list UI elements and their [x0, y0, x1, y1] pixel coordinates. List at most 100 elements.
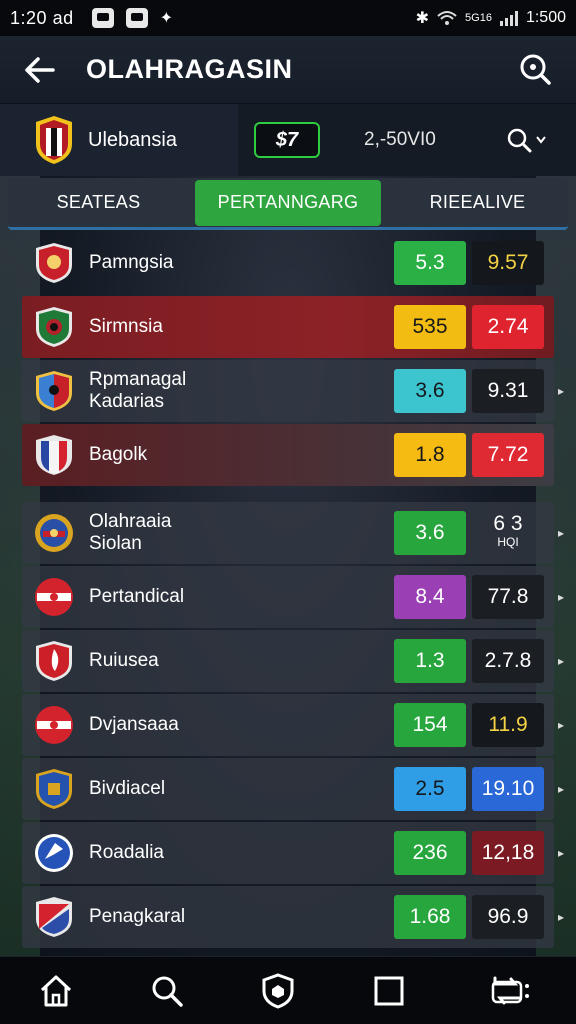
team-row[interactable]: Pamngsia 5.3 9.57 — [22, 232, 554, 294]
team-row-name-line: Bagolk — [89, 444, 148, 465]
tab-seateas[interactable]: SEATEAS — [8, 180, 189, 226]
odds-button-secondary[interactable]: 77.8 — [472, 575, 544, 619]
team-row-name-line: Pamngsia — [89, 252, 174, 273]
odds-button-primary[interactable]: 3.6 — [394, 369, 466, 413]
chevron-right-icon: ▸ — [557, 718, 564, 732]
swap-icon[interactable] — [480, 971, 540, 1011]
odds-button-primary[interactable]: 1.68 — [394, 895, 466, 939]
odds-button-primary[interactable]: 1.3 — [394, 639, 466, 683]
app-header: OLAHRAGASIN — [0, 36, 576, 104]
balance-value: 2,-50VI0 — [364, 129, 436, 150]
team-search-dropdown[interactable] — [506, 127, 546, 153]
team-row-name-line: Penagkaral — [89, 906, 186, 927]
tab-rieealive[interactable]: RIEEALIVE — [387, 180, 568, 226]
chevron-right-icon: ▸ — [557, 782, 564, 796]
odds-button-secondary[interactable]: 9.31 — [472, 369, 544, 413]
team-row[interactable]: Pertandical 8.4 77.8 ▸ — [22, 566, 564, 628]
status-indicators: ✱ 5G16 1:500 — [416, 8, 566, 28]
odds-button-primary[interactable]: 5.3 — [394, 241, 466, 285]
bluetooth-icon: ✱ — [415, 10, 430, 27]
chevron-down-icon — [536, 136, 546, 144]
odds-button-primary[interactable]: 8.4 — [394, 575, 466, 619]
notification-icons: ✦ — [91, 8, 173, 28]
team-row[interactable]: Bagolk 1.8 7.72 — [22, 424, 554, 486]
team-row[interactable]: Rpmanagal Kadarias 3.6 9.31 ▸ — [22, 360, 564, 422]
odds-button-primary[interactable]: 2.5 — [394, 767, 466, 811]
chevron-right-icon: ▸ — [557, 526, 564, 540]
team-row[interactable]: Ruiusea 1.3 2.7.8 ▸ — [22, 630, 564, 692]
team-row[interactable]: Dvjansaaa 154 11.9 ▸ — [22, 694, 564, 756]
search-icon[interactable] — [518, 52, 554, 88]
team-row-name-line: Roadalia — [89, 842, 164, 863]
odds-button-secondary[interactable]: 6 3 HQI — [472, 511, 544, 555]
notification-icon — [91, 8, 114, 28]
odds-sub-value: HQI — [497, 535, 519, 549]
team-row[interactable]: Penagkaral 1.68 96.9 ▸ — [22, 886, 564, 948]
team-row[interactable]: Sirmnsia 535 2.74 — [22, 296, 554, 358]
odds-value: 6 3 — [493, 512, 523, 535]
status-time: 1:20 ad — [10, 7, 74, 28]
crest-red-white-round-icon — [32, 703, 76, 747]
odds-button-primary[interactable]: 154 — [394, 703, 466, 747]
square-icon[interactable] — [369, 971, 409, 1011]
odds-button-primary[interactable]: 3.6 — [394, 511, 466, 555]
team-row[interactable]: Olahraaia Siolan 3.6 6 3 HQI ▸ — [22, 502, 564, 564]
team-header: Ulebansia $7 2,-50VI0 — [0, 104, 576, 176]
team-row-name: Sirmnsia — [89, 316, 369, 338]
odds-button-secondary[interactable]: 9.57 — [472, 241, 544, 285]
odds-button-secondary[interactable]: 2.7.8 — [472, 639, 544, 683]
chevron-right-icon: ▸ — [557, 846, 564, 860]
list-divider — [22, 488, 554, 502]
team-row-name-line: Olahraaia — [89, 511, 172, 532]
team-list: Pamngsia 5.3 9.57 Sirmnsia 535 2.74 Rpmanagal K… — [22, 232, 564, 950]
crest-red-shield-icon — [32, 241, 76, 285]
crest-round-emblem-icon — [32, 511, 76, 555]
team-row-name: Bivdiacel — [89, 778, 369, 800]
odds-button-secondary[interactable]: 7.72 — [472, 433, 544, 477]
chevron-right-icon: ▸ — [557, 384, 564, 398]
odds-button-secondary[interactable]: 96.9 — [472, 895, 544, 939]
team-row-name-line: Rpmanagal — [89, 369, 187, 390]
selected-team[interactable]: Ulebansia — [0, 104, 238, 176]
chevron-right-icon: ▸ — [557, 654, 564, 668]
search-icon[interactable] — [147, 971, 187, 1011]
crest-blue-gold-shield-icon — [32, 767, 76, 811]
team-row-name-line: Siolan — [89, 533, 142, 554]
team-row-name: Ruiusea — [89, 650, 369, 672]
team-row-name-line: Ruiusea — [89, 650, 159, 671]
odds-button-secondary[interactable]: 12,18 — [472, 831, 544, 875]
tab-pertanngarg[interactable]: PERTANNGARG — [195, 179, 381, 226]
odds-button-primary[interactable]: 1.8 — [394, 433, 466, 477]
crest-red-blue-diagonal-icon — [32, 895, 76, 939]
odds-button-primary[interactable]: 535 — [394, 305, 466, 349]
odds-button-secondary[interactable]: 2.74 — [472, 305, 544, 349]
team-row-name: Bagolk — [89, 444, 369, 466]
back-arrow-icon[interactable] — [22, 52, 58, 88]
team-row[interactable]: Bivdiacel 2.5 19.10 ▸ — [22, 758, 564, 820]
battery-label: 1:500 — [525, 9, 566, 26]
crest-green-shield-icon — [32, 305, 76, 349]
team-row-name: Roadalia — [89, 842, 369, 864]
balance-badge[interactable]: $7 — [254, 122, 320, 158]
crest-blue-round-icon — [32, 831, 76, 875]
home-icon[interactable] — [36, 971, 76, 1011]
crest-blue-red-shield-icon — [32, 369, 76, 413]
crest-red-white-round-icon — [32, 575, 76, 619]
team-row-name-line: Sirmnsia — [89, 316, 163, 337]
odds-button-primary[interactable]: 236 — [394, 831, 466, 875]
odds-button-secondary[interactable]: 11.9 — [472, 703, 544, 747]
odds-button-secondary[interactable]: 19.10 — [472, 767, 544, 811]
chevron-right-icon: ▸ — [557, 590, 564, 604]
status-bar: 1:20 ad ✦ ✱ 5G16 1:500 — [0, 0, 576, 36]
team-row-name-line: Bivdiacel — [89, 778, 166, 799]
network-type: 5G16 — [465, 12, 492, 24]
team-row-name: Penagkaral — [89, 906, 369, 928]
signal-icon — [499, 10, 518, 26]
crest-red-flame-shield-icon — [32, 639, 76, 683]
shield-icon[interactable] — [258, 971, 298, 1011]
team-name: Ulebansia — [88, 128, 177, 151]
team-crest-icon — [36, 116, 72, 164]
chevron-right-icon: ▸ — [557, 910, 564, 924]
team-row-name: Rpmanagal Kadarias — [89, 369, 369, 413]
team-row[interactable]: Roadalia 236 12,18 ▸ — [22, 822, 564, 884]
